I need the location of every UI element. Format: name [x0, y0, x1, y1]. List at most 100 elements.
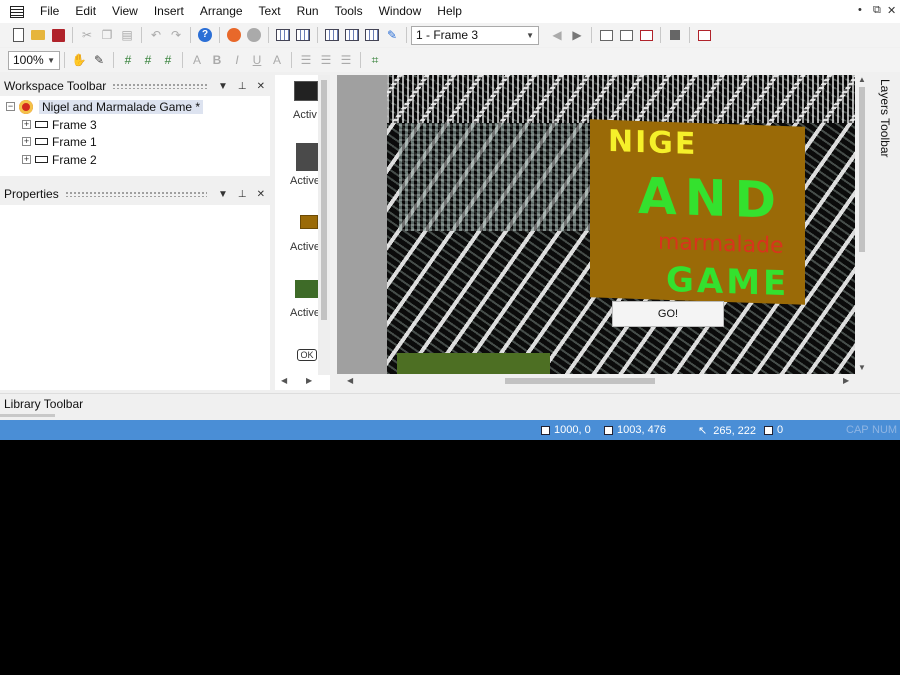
- toolbar-separator: [291, 52, 292, 68]
- scroll-up-icon[interactable]: ▲: [858, 75, 866, 84]
- editor-vertical-scrollbar[interactable]: ▲ ▼: [855, 75, 869, 374]
- object-list-scrollbar[interactable]: [318, 75, 330, 375]
- grid-setup-icon[interactable]: #: [120, 52, 136, 68]
- text-color-icon[interactable]: A: [269, 52, 285, 68]
- toolbar-separator: [360, 52, 361, 68]
- object-label[interactable]: Active: [290, 175, 340, 187]
- toolbar-separator: [268, 27, 269, 43]
- panel-close-icon[interactable]: ✕: [257, 189, 265, 200]
- bold-icon[interactable]: B: [209, 52, 225, 68]
- expand-icon[interactable]: +: [22, 155, 31, 164]
- expand-icon[interactable]: +: [22, 137, 31, 146]
- drag-grip[interactable]: [112, 83, 207, 89]
- menu-run[interactable]: Run: [289, 0, 327, 23]
- scroll-thumb[interactable]: [505, 378, 655, 384]
- editor-horizontal-scrollbar[interactable]: ◀ ▶: [337, 374, 855, 388]
- run-application-icon[interactable]: [618, 27, 634, 43]
- event-list-icon[interactable]: [344, 27, 360, 43]
- menu-insert[interactable]: Insert: [146, 0, 192, 23]
- show-grid-icon[interactable]: #: [140, 52, 156, 68]
- frame-editor[interactable]: NIGE AND marmalade GAME GO!: [337, 75, 855, 374]
- pin-icon[interactable]: ⊥: [238, 189, 247, 200]
- align-right-icon[interactable]: ☰: [338, 52, 354, 68]
- menu-help[interactable]: Help: [429, 0, 470, 23]
- build-icon[interactable]: [696, 27, 712, 43]
- tree-root[interactable]: − Nigel and Marmalade Game *: [6, 98, 204, 115]
- storyboard-editor-icon[interactable]: [275, 27, 291, 43]
- run-frame-icon[interactable]: [598, 27, 614, 43]
- scroll-left-icon[interactable]: ◀: [347, 376, 353, 385]
- new-file-icon[interactable]: [10, 27, 26, 43]
- object-thumb[interactable]: [294, 81, 318, 101]
- snap-grid-icon[interactable]: #: [160, 52, 176, 68]
- scroll-thumb[interactable]: [321, 80, 327, 320]
- object-label[interactable]: Active: [290, 307, 340, 319]
- underline-icon[interactable]: U: [249, 52, 265, 68]
- undo-icon[interactable]: ↶: [148, 27, 164, 43]
- ground-platform[interactable]: [397, 353, 550, 374]
- tree-item-frame-3[interactable]: + Frame 3: [22, 116, 97, 133]
- next-frame-icon[interactable]: ▶: [569, 27, 585, 43]
- library-toolbar[interactable]: Library Toolbar: [0, 393, 900, 417]
- save-icon[interactable]: [50, 27, 66, 43]
- title-sign[interactable]: NIGE AND marmalade GAME: [590, 119, 805, 305]
- copy-icon[interactable]: ❐: [99, 27, 115, 43]
- previous-frame-icon[interactable]: ◀: [549, 27, 565, 43]
- scroll-down-icon[interactable]: ▼: [858, 363, 866, 372]
- font-icon[interactable]: A: [189, 52, 205, 68]
- restore-icon[interactable]: ⧉: [873, 4, 881, 17]
- redo-icon[interactable]: ↷: [168, 27, 184, 43]
- scroll-left-icon[interactable]: ◀: [281, 376, 287, 385]
- menu-edit[interactable]: Edit: [67, 0, 104, 23]
- expression-editor-icon[interactable]: ✎: [384, 27, 400, 43]
- close-icon[interactable]: ✕: [887, 4, 896, 17]
- help-icon[interactable]: ?: [197, 27, 213, 43]
- menu-tools[interactable]: Tools: [327, 0, 371, 23]
- layers-toolbar-tab[interactable]: Layers Toolbar: [872, 75, 900, 195]
- event-editor-icon[interactable]: [324, 27, 340, 43]
- object-thumb[interactable]: [300, 215, 318, 229]
- panel-menu-icon[interactable]: ▼: [218, 81, 228, 92]
- brush-tool-icon[interactable]: ✎: [91, 52, 107, 68]
- align-center-icon[interactable]: ☰: [318, 52, 334, 68]
- scroll-right-icon[interactable]: ▶: [306, 376, 312, 385]
- object-label[interactable]: OK: [297, 349, 317, 361]
- zoom-select[interactable]: 100% ▼: [8, 50, 60, 70]
- hand-tool-icon[interactable]: ✋: [71, 52, 87, 68]
- fit-window-icon[interactable]: ⌗: [367, 52, 383, 68]
- expand-icon[interactable]: +: [22, 120, 31, 129]
- menu-window[interactable]: Window: [371, 0, 430, 23]
- open-folder-icon[interactable]: [30, 27, 46, 43]
- collapse-icon[interactable]: −: [6, 102, 15, 111]
- frame-select[interactable]: 1 - Frame 3 ▼: [411, 25, 539, 45]
- drag-grip[interactable]: [64, 191, 207, 197]
- object-thumb[interactable]: [295, 280, 319, 298]
- menu-view[interactable]: View: [104, 0, 146, 23]
- app-menu-icon[interactable]: [10, 5, 24, 18]
- scroll-thumb[interactable]: [859, 87, 865, 252]
- preview-icon[interactable]: [638, 27, 654, 43]
- menu-arrange[interactable]: Arrange: [192, 0, 251, 23]
- pin-icon[interactable]: ⊥: [238, 81, 247, 92]
- object-label[interactable]: Active: [290, 241, 340, 253]
- forward-icon[interactable]: [246, 27, 262, 43]
- go-button[interactable]: GO!: [612, 301, 724, 327]
- paste-icon[interactable]: ▤: [119, 27, 135, 43]
- panel-menu-icon[interactable]: ▼: [218, 189, 228, 200]
- italic-icon[interactable]: I: [229, 52, 245, 68]
- align-left-icon[interactable]: ☰: [298, 52, 314, 68]
- cut-icon[interactable]: ✂: [79, 27, 95, 43]
- stop-icon[interactable]: [667, 27, 683, 43]
- menu-text[interactable]: Text: [251, 0, 289, 23]
- back-icon[interactable]: [226, 27, 242, 43]
- object-thumb[interactable]: [296, 143, 318, 171]
- scroll-right-icon[interactable]: ▶: [843, 376, 849, 385]
- menu-file[interactable]: File: [32, 0, 67, 23]
- tree-item-frame-2[interactable]: + Frame 2: [22, 151, 97, 168]
- frame-editor-icon[interactable]: [295, 27, 311, 43]
- data-elements-icon[interactable]: [364, 27, 380, 43]
- panel-close-icon[interactable]: ✕: [257, 81, 265, 92]
- minimize-icon[interactable]: •: [858, 4, 862, 16]
- tree-item-frame-1[interactable]: + Frame 1: [22, 133, 97, 150]
- frame-canvas[interactable]: NIGE AND marmalade GAME GO!: [387, 75, 855, 374]
